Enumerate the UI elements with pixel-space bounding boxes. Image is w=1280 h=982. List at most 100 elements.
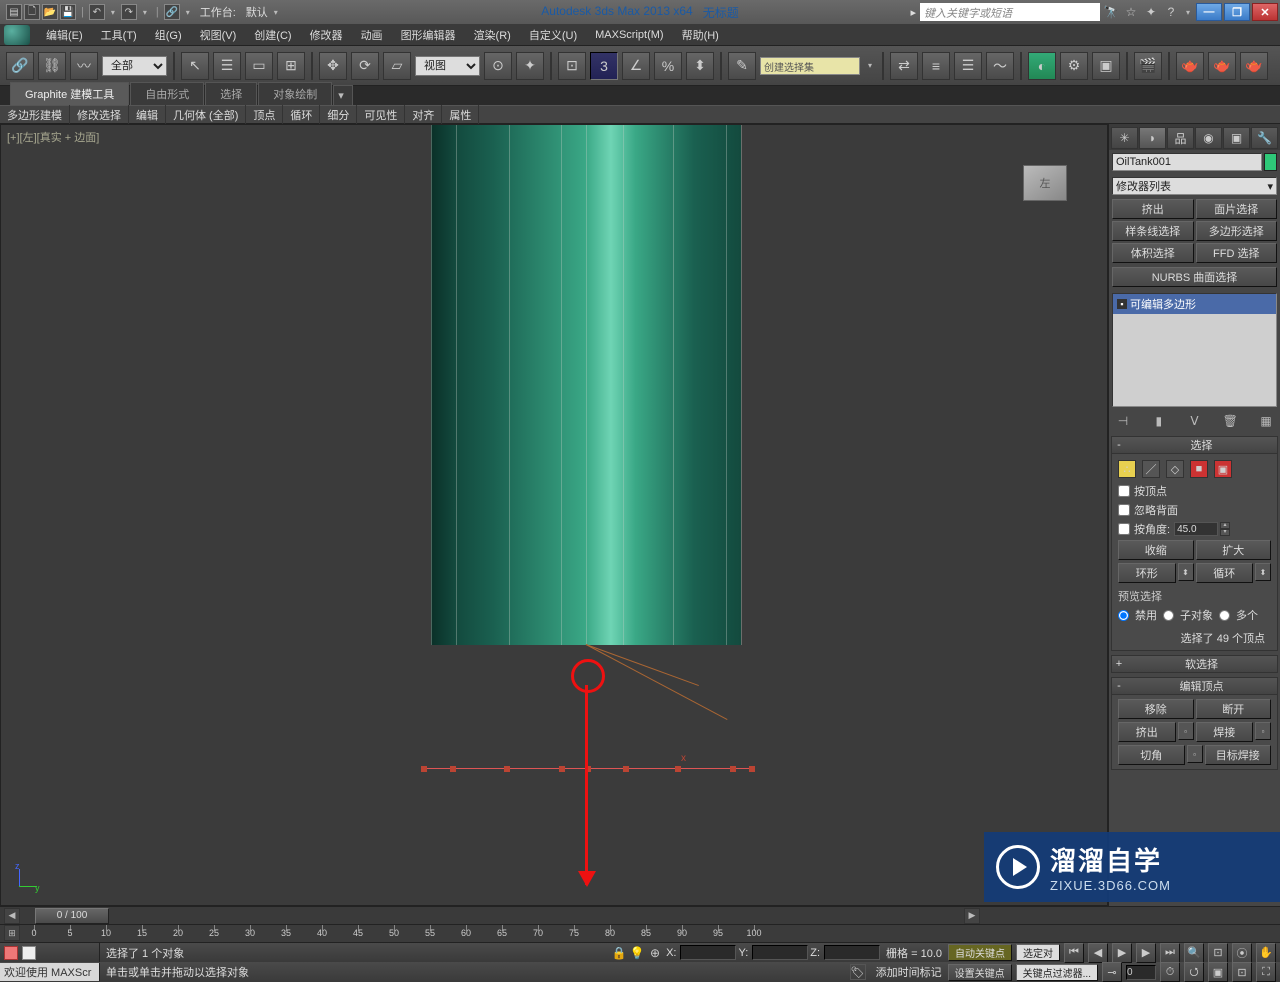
render-setup-icon[interactable]: ⚙	[1060, 52, 1088, 80]
select-link-icon[interactable]: 🔗	[6, 52, 34, 80]
btn-shrink[interactable]: 收缩	[1118, 540, 1194, 560]
key-filters-button[interactable]: 关键点过滤器...	[1016, 964, 1098, 981]
menu-customize[interactable]: 自定义(U)	[521, 24, 585, 46]
render-production-icon[interactable]: 🎬	[1134, 52, 1162, 80]
manipulate-icon[interactable]: ✦	[516, 52, 544, 80]
view-cube[interactable]: 左	[1023, 165, 1067, 201]
rec-icon[interactable]	[4, 946, 18, 960]
subobj-polygon-icon[interactable]: ■	[1190, 460, 1208, 478]
sr-vertex[interactable]: 顶点	[246, 105, 283, 125]
chk-by-vertex[interactable]: 按顶点	[1118, 483, 1271, 499]
radio-disable[interactable]	[1118, 610, 1129, 621]
trackbar-toggle-icon[interactable]: ⊞	[4, 925, 20, 941]
track-bar[interactable]: ⊞ 05101520253035404550556065707580859095…	[0, 924, 1280, 942]
render-frame-icon[interactable]: ▣	[1092, 52, 1120, 80]
curve-editor-icon[interactable]: 〜	[986, 52, 1014, 80]
tab-motion-icon[interactable]: ◉	[1195, 127, 1222, 149]
maximize-button[interactable]: ❐	[1224, 3, 1250, 21]
sr-polymodel[interactable]: 多边形建模	[0, 105, 70, 125]
selected-track[interactable]: 选定对	[1016, 944, 1060, 961]
ribbon-expand-icon[interactable]: ▾	[333, 85, 353, 105]
menu-animation[interactable]: 动画	[353, 24, 391, 46]
ref-coord-system[interactable]: 视图	[415, 56, 480, 76]
layers-icon[interactable]: ☰	[954, 52, 982, 80]
sr-edit[interactable]: 编辑	[129, 105, 166, 125]
tab-graphite[interactable]: Graphite 建模工具	[10, 82, 129, 105]
configure-icon[interactable]: ▦	[1258, 413, 1274, 429]
btn-polysel[interactable]: 多边形选择	[1196, 221, 1278, 241]
menu-help[interactable]: 帮助(H)	[674, 24, 727, 46]
time-thumb[interactable]: 0 / 100	[35, 908, 109, 924]
lock-icon[interactable]: 🔒	[610, 944, 628, 962]
time-tag-icon[interactable]: 🏷	[850, 964, 866, 980]
btn-volsel[interactable]: 体积选择	[1112, 243, 1194, 263]
goto-start-icon[interactable]: ⏮	[1064, 943, 1084, 963]
teapot3-icon[interactable]: 🫖	[1240, 52, 1268, 80]
coord-mode-icon[interactable]: ⊕	[646, 944, 664, 962]
next-frame-icon[interactable]: ▶	[1136, 943, 1156, 963]
isolate-icon[interactable]: 💡	[628, 944, 646, 962]
chk-ignore-backface[interactable]: 忽略背面	[1118, 502, 1271, 518]
menu-group[interactable]: 组(G)	[147, 24, 190, 46]
material-editor-icon[interactable]: ◐	[1028, 52, 1056, 80]
zoom-region-icon[interactable]: ⊡	[1232, 962, 1252, 982]
named-selection-icon[interactable]: ✎	[728, 52, 756, 80]
menu-create[interactable]: 创建(C)	[246, 24, 299, 46]
sr-geomall[interactable]: 几何体 (全部)	[166, 105, 246, 125]
btn-break[interactable]: 断开	[1196, 699, 1272, 719]
align-icon[interactable]: ≡	[922, 52, 950, 80]
pan-icon[interactable]: ✋	[1256, 943, 1276, 963]
btn-loop[interactable]: 循环	[1196, 563, 1254, 583]
btn-meshselect[interactable]: 面片选择	[1196, 199, 1278, 219]
stack-expand-icon[interactable]: ▪	[1117, 299, 1127, 309]
exchange-icon[interactable]: ✦	[1142, 3, 1160, 21]
tab-display-icon[interactable]: ▣	[1223, 127, 1250, 149]
subobj-border-icon[interactable]: ◇	[1166, 460, 1184, 478]
key-mode-icon[interactable]: ⊸	[1102, 962, 1122, 982]
app-icon[interactable]: ▤	[6, 4, 22, 20]
save-icon[interactable]: 💾	[60, 4, 76, 20]
ts-prev-icon[interactable]: ◀	[4, 908, 20, 924]
sr-loop[interactable]: 循环	[283, 105, 320, 125]
new-icon[interactable]: 🗋	[24, 4, 40, 20]
radio-multi[interactable]	[1219, 610, 1230, 621]
max-viewport-icon[interactable]: ⛶	[1256, 962, 1276, 982]
star-icon[interactable]: ☆	[1122, 3, 1140, 21]
btn-extrude-v[interactable]: 挤出	[1118, 722, 1176, 742]
modifier-list[interactable]: 修改器列表▾	[1112, 177, 1277, 195]
snap3d-icon[interactable]: 3	[590, 52, 618, 80]
object-name-field[interactable]	[1112, 153, 1262, 171]
set-key-button[interactable]: 设置关键点	[948, 964, 1012, 981]
listener-icon[interactable]	[22, 946, 36, 960]
menu-edit[interactable]: 编辑(E)	[38, 24, 91, 46]
zoom-all-icon[interactable]: ⊡	[1208, 943, 1228, 963]
rotate-icon[interactable]: ⟳	[351, 52, 379, 80]
sr-subdiv[interactable]: 细分	[320, 105, 357, 125]
sr-visibility[interactable]: 可见性	[357, 105, 405, 125]
close-button[interactable]: ✕	[1252, 3, 1278, 21]
tab-utilities-icon[interactable]: 🔧	[1251, 127, 1278, 149]
select-rect-icon[interactable]: ▭	[245, 52, 273, 80]
loop-spin[interactable]: ⬍	[1255, 563, 1271, 581]
snap-toggle-icon[interactable]: ⊡	[558, 52, 586, 80]
add-time-tag[interactable]: 添加时间标记	[870, 964, 948, 980]
angle-snap-icon[interactable]: ∠	[622, 52, 650, 80]
minimize-button[interactable]: —	[1196, 3, 1222, 21]
viewport[interactable]: [+][左][真实 + 边面] 左	[0, 124, 1108, 906]
btn-nurbs[interactable]: NURBS 曲面选择	[1112, 267, 1277, 287]
menu-rendering[interactable]: 渲染(R)	[466, 24, 519, 46]
menu-modifiers[interactable]: 修改器	[302, 24, 351, 46]
btn-weld[interactable]: 焊接	[1196, 722, 1254, 742]
object-color-swatch[interactable]	[1264, 153, 1277, 171]
zoom-icon[interactable]: 🔍	[1184, 943, 1204, 963]
bind-spacewarp-icon[interactable]: 〰	[70, 52, 98, 80]
stack-item-editable-poly[interactable]: ▪ 可编辑多边形	[1113, 294, 1276, 314]
binoculars-icon[interactable]: 🔭	[1102, 3, 1120, 21]
help-icon[interactable]: ?	[1162, 3, 1180, 21]
rollout-editverts-header[interactable]: -编辑顶点	[1111, 677, 1278, 695]
selection-filter[interactable]: 全部	[102, 56, 167, 76]
angle-spinner[interactable]: ▴▾	[1174, 522, 1230, 536]
subobj-edge-icon[interactable]: ／	[1142, 460, 1160, 478]
ring-spin[interactable]: ⬍	[1178, 563, 1194, 581]
show-end-icon[interactable]: ▮	[1151, 413, 1167, 429]
